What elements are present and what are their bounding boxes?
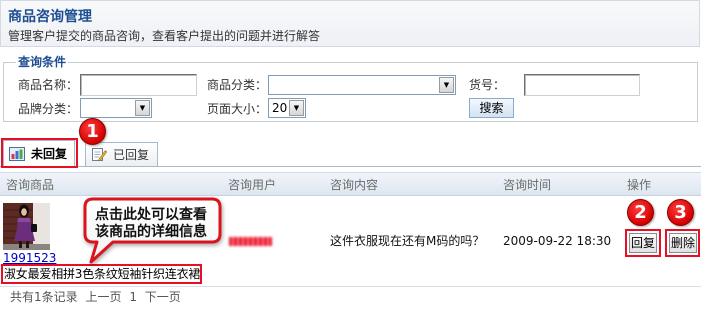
category-select[interactable]: ▼ (268, 75, 456, 95)
column-header-product: 咨询商品 (6, 178, 55, 192)
next-page-link[interactable]: 下一页 (145, 290, 181, 304)
tab-bar-divider (0, 166, 701, 167)
annotation-highlight-tab (1, 138, 78, 168)
page-size-label: 页面大小： (207, 102, 268, 116)
callout-line-2: 该商品的详细信息 (95, 224, 207, 240)
brand-label: 品牌分类： (18, 102, 79, 116)
page-size-select[interactable]: 20 ▼ (268, 98, 306, 118)
pagination: 共有1条记录 上一页 1 下一页 (10, 290, 185, 304)
sku-label: 货号： (469, 78, 506, 92)
product-thumbnail[interactable] (3, 203, 50, 250)
product-name-text: 淑女最爱相拼3色条纹短袖针织连衣裙 (4, 267, 201, 281)
product-name-input[interactable] (80, 74, 197, 96)
tab-replied[interactable]: 已回复 (85, 142, 158, 166)
record-count: 共有1条记录 (10, 290, 78, 304)
category-label: 商品分类： (207, 78, 268, 92)
delete-button[interactable]: 删除 (669, 233, 697, 253)
redacted-username (229, 237, 272, 246)
product-name-label: 商品名称： (18, 78, 79, 92)
search-legend: 查询条件 (16, 54, 69, 70)
consultation-management-page: 商品咨询管理 管理客户提交的商品咨询，查看客户提出的问题并进行解答 查询条件 商… (0, 0, 701, 311)
brand-select[interactable]: ▼ (80, 98, 152, 118)
sku-input[interactable] (524, 74, 640, 96)
callout-line-1: 点击此处可以查看 (95, 207, 207, 223)
consultation-time: 2009-09-22 18:30 (503, 234, 612, 248)
chevron-down-icon[interactable]: ▼ (135, 100, 150, 116)
edit-note-icon (92, 148, 107, 162)
column-header-user: 咨询用户 (228, 178, 277, 192)
tab-replied-label: 已回复 (113, 148, 150, 162)
consultation-content: 这件衣服现在还有M码的吗？ (330, 234, 485, 248)
row-divider (0, 286, 701, 287)
annotation-badge-3: 3 (667, 199, 694, 226)
column-header-content: 咨询内容 (330, 178, 379, 192)
page-number[interactable]: 1 (129, 290, 137, 304)
prev-page-link[interactable]: 上一页 (85, 290, 121, 304)
page-subtitle: 管理客户提交的商品咨询，查看客户提出的问题并进行解答 (8, 29, 321, 43)
search-button[interactable]: 搜索 (469, 98, 514, 118)
chevron-down-icon[interactable]: ▼ (439, 77, 454, 93)
chevron-down-icon[interactable]: ▼ (289, 100, 304, 116)
table-header: 咨询商品 咨询用户 咨询内容 咨询时间 操作 (0, 172, 701, 196)
column-header-actions: 操作 (627, 178, 652, 192)
column-header-time: 咨询时间 (503, 178, 552, 192)
reply-button[interactable]: 回复 (629, 233, 657, 253)
page-size-select-value: 20 (272, 101, 288, 115)
page-title: 商品咨询管理 (8, 9, 92, 25)
annotation-badge-2: 2 (627, 199, 654, 226)
annotation-badge-1: 1 (79, 118, 106, 145)
